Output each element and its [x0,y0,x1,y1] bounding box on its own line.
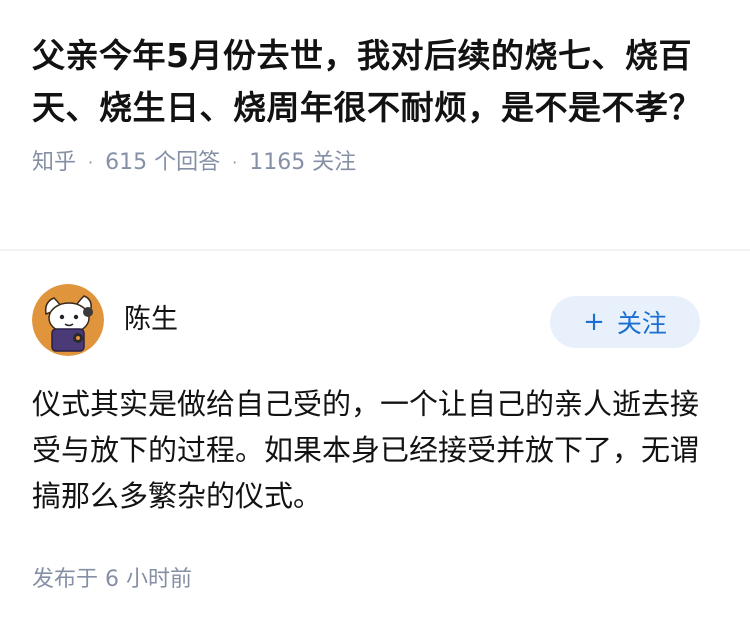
answer-content[interactable]: 仪式其实是做给自己受的，一个让自己的亲人逝去接受与放下的过程。如果本身已经接受并… [32,381,712,519]
plus-icon: + [583,307,605,337]
divider [0,249,750,251]
question-meta: 知乎 · 615 个回答 · 1165 关注 [32,148,718,178]
follower-count[interactable]: 1165 关注 [249,148,356,178]
cartoon-character-avatar-icon [32,284,104,356]
meta-separator: · [88,153,94,172]
avatar[interactable] [32,284,104,356]
follow-button[interactable]: + 关注 [550,296,700,348]
source-label[interactable]: 知乎 [32,148,76,178]
author-row: 陈生 + 关注 [32,284,718,356]
follow-button-label: 关注 [616,309,667,338]
question-title[interactable]: 父亲今年5月份去世，我对后续的烧七、烧百天、烧生日、烧周年很不耐烦，是不是不孝？ [32,30,718,134]
answer-count[interactable]: 615 个回答 [105,148,220,178]
question-header: 父亲今年5月份去世，我对后续的烧七、烧百天、烧生日、烧周年很不耐烦，是不是不孝？… [0,0,750,178]
author-name[interactable]: 陈生 [124,302,178,338]
meta-separator: · [232,153,238,172]
publish-time: 发布于 6 小时前 [32,567,192,592]
